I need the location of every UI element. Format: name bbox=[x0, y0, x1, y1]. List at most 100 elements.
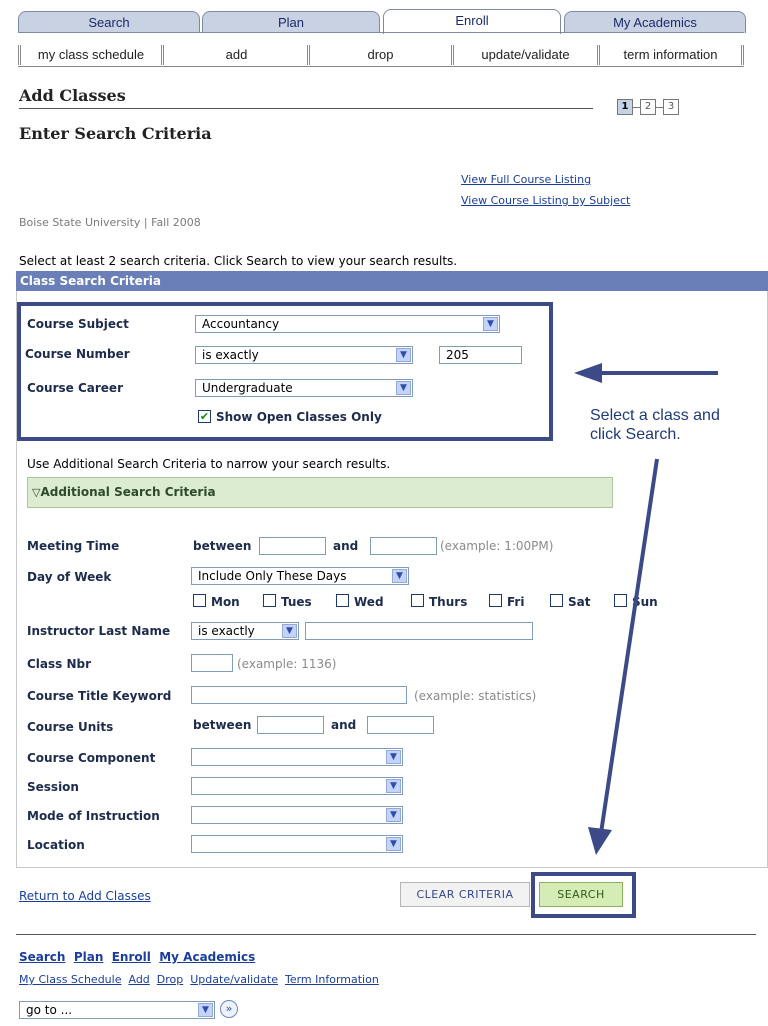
class-nbr-input[interactable] bbox=[191, 654, 233, 672]
subtab-label: add bbox=[225, 47, 248, 62]
footer-link-term-information[interactable]: Term Information bbox=[285, 973, 379, 986]
page-subtitle: Enter Search Criteria bbox=[19, 124, 212, 143]
show-open-classes-checkbox[interactable]: ✔ bbox=[198, 410, 211, 423]
additional-criteria-toggle[interactable]: ▽Additional Search Criteria bbox=[27, 477, 613, 508]
location-select[interactable]: ▼ bbox=[191, 835, 403, 853]
page-title: Add Classes bbox=[19, 86, 126, 105]
goto-go-button[interactable]: » bbox=[220, 1000, 238, 1018]
subtab-label: update/validate bbox=[481, 47, 570, 62]
tab-label: Enroll bbox=[455, 13, 489, 28]
course-units-and-label: and bbox=[331, 718, 357, 732]
chevron-down-icon: ▼ bbox=[392, 569, 407, 583]
day-thurs-checkbox[interactable] bbox=[411, 594, 424, 607]
step-3: 3 bbox=[663, 99, 679, 115]
course-subject-select[interactable]: Accountancy ▼ bbox=[195, 315, 500, 333]
chevron-down-icon: ▼ bbox=[386, 750, 401, 764]
course-number-input[interactable]: 205 bbox=[439, 346, 522, 364]
course-subject-label: Course Subject bbox=[27, 317, 129, 331]
day-of-week-label: Day of Week bbox=[27, 570, 112, 584]
course-career-select[interactable]: Undergraduate ▼ bbox=[195, 379, 413, 397]
tab-label: Search bbox=[88, 15, 130, 30]
day-fri-checkbox[interactable] bbox=[489, 594, 502, 607]
subtab-label: term information bbox=[623, 47, 718, 62]
tab-search[interactable]: Search bbox=[18, 11, 200, 33]
down-arrow-icon bbox=[588, 827, 612, 855]
chevron-down-icon: ▼ bbox=[198, 1003, 213, 1017]
day-fri-label: Fri bbox=[507, 595, 525, 609]
meeting-time-end-input[interactable] bbox=[370, 537, 437, 555]
tab-label: Plan bbox=[277, 15, 305, 30]
meeting-time-label: Meeting Time bbox=[27, 539, 120, 553]
course-number-label: Course Number bbox=[25, 347, 130, 361]
subtab-add[interactable]: add bbox=[166, 45, 310, 65]
selected-value: is exactly bbox=[198, 624, 255, 638]
show-open-classes-label: Show Open Classes Only bbox=[216, 410, 382, 424]
subtab-divider bbox=[18, 66, 744, 67]
clear-criteria-button[interactable]: CLEAR CRITERIA bbox=[400, 882, 530, 907]
checkmark-icon: ✔ bbox=[199, 410, 210, 423]
tab-label: My Academics bbox=[613, 15, 697, 30]
course-units-between-label: between bbox=[193, 718, 252, 732]
criteria-band: Class Search Criteria bbox=[16, 271, 768, 291]
footer-link-plan[interactable]: Plan bbox=[74, 950, 104, 964]
subtab-my-class-schedule[interactable]: my class schedule bbox=[18, 45, 164, 65]
course-title-keyword-input[interactable] bbox=[191, 686, 407, 704]
day-mon-label: Mon bbox=[211, 595, 240, 609]
tab-my-academics[interactable]: My Academics bbox=[564, 11, 746, 33]
course-units-max-input[interactable] bbox=[367, 716, 434, 734]
footer-link-update-validate[interactable]: Update/validate bbox=[190, 973, 278, 986]
day-tues-checkbox[interactable] bbox=[263, 594, 276, 607]
tab-enroll[interactable]: Enroll bbox=[383, 9, 561, 34]
footer-link-my-class-schedule[interactable]: My Class Schedule bbox=[19, 973, 121, 986]
session-label: Session bbox=[27, 780, 79, 794]
tab-plan[interactable]: Plan bbox=[202, 11, 380, 33]
view-course-listing-by-subject-link[interactable]: View Course Listing by Subject bbox=[461, 194, 630, 207]
footer-rule bbox=[16, 934, 756, 935]
goto-select[interactable]: go to ... ▼ bbox=[19, 1001, 215, 1019]
meeting-time-start-input[interactable] bbox=[259, 537, 326, 555]
return-to-add-classes-link[interactable]: Return to Add Classes bbox=[19, 889, 151, 903]
footer-link-drop[interactable]: Drop bbox=[157, 973, 183, 986]
subtab-label: my class schedule bbox=[37, 47, 145, 62]
instructor-last-name-input[interactable] bbox=[305, 622, 533, 640]
step-2: 2 bbox=[640, 99, 656, 115]
course-units-min-input[interactable] bbox=[257, 716, 324, 734]
mode-of-instruction-label: Mode of Instruction bbox=[27, 809, 160, 823]
double-chevron-right-icon: » bbox=[225, 1002, 233, 1015]
subtab-term-information[interactable]: term information bbox=[600, 45, 744, 65]
footer-link-search[interactable]: Search bbox=[19, 950, 65, 964]
course-units-label: Course Units bbox=[27, 720, 114, 734]
chevron-down-icon: ▼ bbox=[483, 317, 498, 331]
footer-nav-primary: Search Plan Enroll My Academics bbox=[19, 950, 255, 964]
class-nbr-example: (example: 1136) bbox=[237, 657, 337, 671]
footer-link-enroll[interactable]: Enroll bbox=[112, 950, 151, 964]
subtab-drop[interactable]: drop bbox=[310, 45, 454, 65]
meeting-time-and-label: and bbox=[333, 539, 359, 553]
day-of-week-select[interactable]: Include Only These Days ▼ bbox=[191, 567, 409, 585]
additional-criteria-header: Additional Search Criteria bbox=[40, 485, 216, 499]
day-tues-label: Tues bbox=[281, 595, 312, 609]
chevron-down-icon: ▼ bbox=[282, 624, 297, 638]
day-wed-checkbox[interactable] bbox=[336, 594, 349, 607]
subtab-update-validate[interactable]: update/validate bbox=[454, 45, 600, 65]
footer-link-add[interactable]: Add bbox=[128, 973, 149, 986]
course-number-operator-select[interactable]: is exactly ▼ bbox=[195, 346, 413, 364]
day-mon-checkbox[interactable] bbox=[193, 594, 206, 607]
selected-value: Accountancy bbox=[202, 317, 280, 331]
chevron-down-icon: ▼ bbox=[386, 837, 401, 851]
class-nbr-label: Class Nbr bbox=[27, 657, 92, 671]
view-full-course-listing-link[interactable]: View Full Course Listing bbox=[461, 173, 591, 186]
mode-of-instruction-select[interactable]: ▼ bbox=[191, 806, 403, 824]
title-rule bbox=[19, 108, 593, 109]
course-component-label: Course Component bbox=[27, 751, 156, 765]
step-connector bbox=[633, 107, 640, 108]
course-component-select[interactable]: ▼ bbox=[191, 748, 403, 766]
session-select[interactable]: ▼ bbox=[191, 777, 403, 795]
instructor-operator-select[interactable]: is exactly ▼ bbox=[191, 622, 299, 640]
footer-link-my-academics[interactable]: My Academics bbox=[159, 950, 255, 964]
search-button[interactable]: SEARCH bbox=[539, 882, 623, 907]
selected-value: go to ... bbox=[26, 1003, 73, 1017]
step-1: 1 bbox=[617, 99, 633, 115]
selected-value: is exactly bbox=[202, 348, 259, 362]
meeting-time-example: (example: 1:00PM) bbox=[440, 539, 554, 553]
